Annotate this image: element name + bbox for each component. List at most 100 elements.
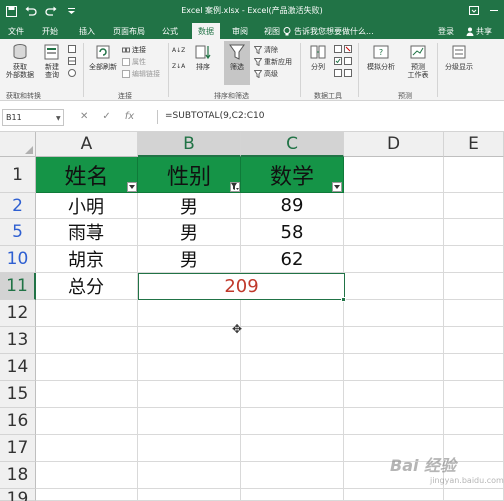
properties-button[interactable]: 属性 bbox=[122, 57, 146, 67]
empty-cell[interactable] bbox=[36, 435, 138, 462]
cell-c2[interactable]: 89 bbox=[241, 193, 344, 219]
empty-cell[interactable] bbox=[138, 462, 241, 489]
empty-cell[interactable] bbox=[138, 327, 241, 354]
empty-cell[interactable] bbox=[36, 327, 138, 354]
show-queries-button[interactable] bbox=[68, 45, 76, 53]
sort-ascending-button[interactable]: A↓Z bbox=[172, 47, 185, 54]
empty-cell[interactable] bbox=[241, 408, 344, 435]
column-header-e[interactable]: E bbox=[444, 132, 504, 157]
cell-a1[interactable]: 姓名 bbox=[36, 157, 138, 193]
row-header-12[interactable]: 12 bbox=[0, 300, 36, 327]
sort-button[interactable]: 排序 bbox=[192, 43, 214, 71]
empty-cell[interactable] bbox=[344, 408, 444, 435]
empty-cell[interactable] bbox=[241, 300, 344, 327]
empty-cell[interactable] bbox=[36, 381, 138, 408]
empty-cell[interactable] bbox=[444, 327, 504, 354]
row-header-17[interactable]: 17 bbox=[0, 435, 36, 462]
row-header-1[interactable]: 1 bbox=[0, 157, 36, 193]
row-header-10[interactable]: 10 bbox=[0, 246, 36, 273]
cell-c10[interactable]: 62 bbox=[241, 246, 344, 273]
empty-cell[interactable] bbox=[344, 489, 444, 501]
empty-cell[interactable] bbox=[241, 381, 344, 408]
cancel-icon[interactable]: ✕ bbox=[80, 111, 88, 122]
cell-a10[interactable]: 胡京 bbox=[36, 246, 138, 273]
recent-sources-button[interactable] bbox=[68, 69, 76, 77]
empty-cell[interactable] bbox=[444, 381, 504, 408]
cell-b1[interactable]: 性别 bbox=[138, 157, 241, 193]
row-header-2[interactable]: 2 bbox=[0, 193, 36, 219]
empty-cell[interactable] bbox=[344, 354, 444, 381]
relationships-button[interactable] bbox=[334, 69, 352, 77]
filter-dropdown-b-active[interactable] bbox=[230, 182, 240, 192]
row-header-19[interactable]: 19 bbox=[0, 489, 36, 501]
filter-dropdown-a[interactable] bbox=[127, 182, 137, 192]
edit-links-button[interactable]: 编辑链接 bbox=[122, 69, 160, 79]
column-header-b[interactable]: B bbox=[138, 132, 241, 157]
formula-input[interactable]: =SUBTOTAL(9,C2:C10 bbox=[165, 111, 264, 121]
empty-cell[interactable] bbox=[344, 219, 444, 246]
empty-cell[interactable] bbox=[344, 193, 444, 219]
advanced-filter-button[interactable]: 高级 bbox=[254, 69, 278, 79]
text-to-columns-button[interactable]: 分列 bbox=[306, 43, 330, 71]
data-validation-button[interactable] bbox=[334, 57, 352, 65]
share-button[interactable]: 共享 bbox=[466, 26, 492, 37]
empty-cell[interactable] bbox=[138, 300, 241, 327]
tab-page-layout[interactable]: 页面布局 bbox=[113, 26, 145, 37]
minimize-button[interactable] bbox=[488, 3, 500, 17]
worksheet-grid[interactable]: A B C D E 1 2 5 10 11 12 13 14 15 16 17 … bbox=[0, 132, 504, 501]
empty-cell[interactable] bbox=[444, 246, 504, 273]
tab-insert[interactable]: 插入 bbox=[79, 26, 95, 37]
tab-view[interactable]: 视图 bbox=[264, 26, 280, 37]
forecast-sheet-button[interactable]: 预测 工作表 bbox=[405, 43, 431, 79]
cell-b10[interactable]: 男 bbox=[138, 246, 241, 273]
tab-data[interactable]: 数据 bbox=[192, 23, 220, 39]
connections-button[interactable]: 连接 bbox=[122, 45, 146, 55]
new-query-button[interactable]: 新建 查询 bbox=[40, 43, 64, 79]
row-header-15[interactable]: 15 bbox=[0, 381, 36, 408]
row-header-14[interactable]: 14 bbox=[0, 354, 36, 381]
cell-b5[interactable]: 男 bbox=[138, 219, 241, 246]
empty-cell[interactable] bbox=[444, 489, 504, 501]
login-link[interactable]: 登录 bbox=[438, 26, 454, 37]
tab-file[interactable]: 文件 bbox=[8, 26, 24, 37]
reapply-button[interactable]: 重新应用 bbox=[254, 57, 292, 67]
tell-me-search[interactable]: 告诉我您想要做什么... bbox=[283, 26, 374, 37]
empty-cell[interactable] bbox=[344, 157, 444, 193]
empty-cell[interactable] bbox=[344, 381, 444, 408]
empty-cell[interactable] bbox=[444, 157, 504, 193]
fill-handle[interactable] bbox=[341, 297, 346, 302]
flash-fill-button[interactable] bbox=[334, 45, 352, 53]
tab-review[interactable]: 审阅 bbox=[232, 26, 248, 37]
empty-cell[interactable] bbox=[138, 408, 241, 435]
filter-dropdown-c[interactable] bbox=[332, 182, 342, 192]
row-header-11[interactable]: 11 bbox=[0, 273, 36, 300]
empty-cell[interactable] bbox=[444, 354, 504, 381]
empty-cell[interactable] bbox=[36, 300, 138, 327]
empty-cell[interactable] bbox=[444, 273, 504, 300]
empty-cell[interactable] bbox=[36, 489, 138, 501]
refresh-all-button[interactable]: 全部刷新 bbox=[86, 43, 120, 71]
column-header-a[interactable]: A bbox=[36, 132, 138, 157]
from-table-button[interactable] bbox=[68, 57, 76, 65]
row-header-13[interactable]: 13 bbox=[0, 327, 36, 354]
cell-a5[interactable]: 雨荨 bbox=[36, 219, 138, 246]
empty-cell[interactable] bbox=[36, 462, 138, 489]
empty-cell[interactable] bbox=[241, 327, 344, 354]
cell-b11-merged-selected[interactable]: 209 bbox=[138, 273, 345, 300]
get-external-data-button[interactable]: 获取 外部数据 bbox=[4, 43, 36, 79]
empty-cell[interactable] bbox=[36, 354, 138, 381]
clear-filter-button[interactable]: 清除 bbox=[254, 45, 278, 55]
row-header-16[interactable]: 16 bbox=[0, 408, 36, 435]
cell-c5[interactable]: 58 bbox=[241, 219, 344, 246]
empty-cell[interactable] bbox=[241, 462, 344, 489]
cell-a11[interactable]: 总分 bbox=[36, 273, 138, 300]
sort-descending-button[interactable]: Z↓A bbox=[172, 63, 185, 70]
row-header-5[interactable]: 5 bbox=[0, 219, 36, 246]
column-header-c[interactable]: C bbox=[241, 132, 344, 157]
filter-button[interactable]: 筛选 bbox=[224, 41, 250, 85]
empty-cell[interactable] bbox=[344, 246, 444, 273]
empty-cell[interactable] bbox=[241, 354, 344, 381]
empty-cell[interactable] bbox=[138, 435, 241, 462]
chevron-down-icon[interactable]: ▼ bbox=[56, 115, 61, 122]
name-box[interactable]: B11 bbox=[2, 109, 64, 126]
